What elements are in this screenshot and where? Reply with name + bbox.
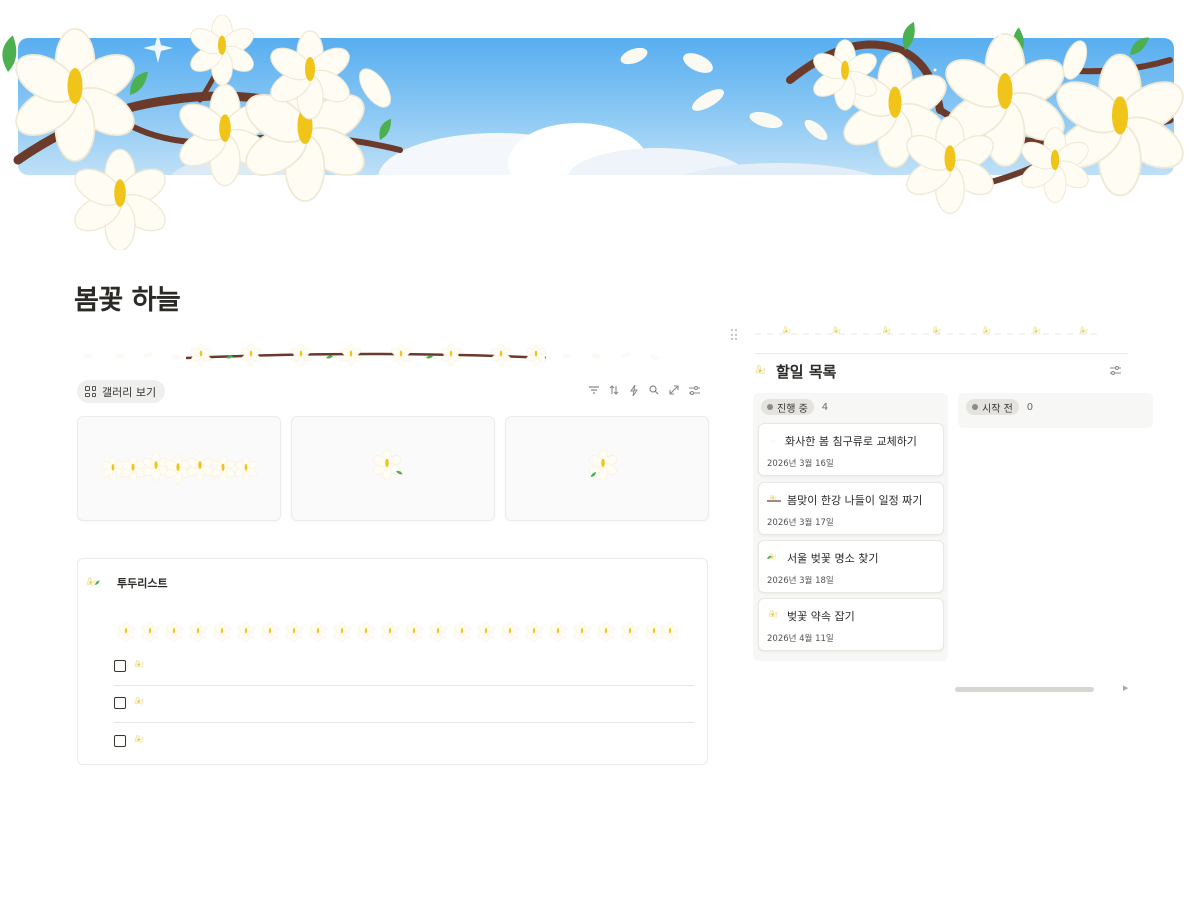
sort-icon[interactable]	[608, 383, 620, 397]
grid-icon	[85, 386, 96, 397]
petal-icon	[769, 439, 777, 443]
flower-divider	[755, 326, 1100, 335]
scroll-right-icon[interactable]: ▶	[1123, 684, 1128, 692]
card-title: 봄맞이 한강 나들이 일정 짜기	[787, 494, 923, 507]
column-header: 진행 중 4	[753, 393, 948, 421]
gallery-view-tab[interactable]: 갤러리 보기	[77, 380, 166, 403]
board-header: 할일 목록	[754, 361, 836, 382]
todo-title[interactable]: 투두리스트	[117, 575, 168, 591]
card-date: 2026년 3월 17일	[767, 518, 834, 528]
status-badge[interactable]: 시작 전	[966, 399, 1019, 415]
branch-icon	[767, 495, 781, 502]
card-date: 2026년 3월 16일	[767, 459, 834, 469]
board-settings-icon[interactable]	[1110, 366, 1121, 378]
card-title-row: 벚꽃 약속 잡기	[767, 608, 855, 624]
gallery-card[interactable]	[505, 416, 709, 521]
status-dot-icon	[972, 404, 978, 410]
card-cover-image	[561, 449, 646, 481]
column-count: 0	[1026, 401, 1034, 413]
status-dot-icon	[767, 404, 773, 410]
drag-handle-icon[interactable]	[731, 329, 737, 341]
flower-garland	[116, 621, 678, 643]
board-card[interactable]: 봄맞이 한강 나들이 일정 짜기 2026년 3월 17일	[758, 482, 944, 535]
horizontal-scrollbar[interactable]	[955, 687, 1094, 692]
search-icon[interactable]	[648, 383, 660, 397]
card-title-row: 서울 벚꽃 명소 찾기	[767, 550, 878, 566]
gallery-card[interactable]	[77, 416, 281, 521]
todo-checkbox[interactable]	[114, 660, 126, 672]
automation-icon[interactable]	[628, 383, 640, 397]
todo-checkbox[interactable]	[114, 735, 126, 747]
board-title[interactable]: 할일 목록	[776, 361, 836, 382]
todo-item	[114, 647, 694, 685]
card-cover-image	[315, 449, 469, 481]
card-title: 벚꽃 약속 잡기	[787, 610, 855, 623]
card-title-row: 봄맞이 한강 나들이 일정 짜기	[767, 492, 922, 508]
status-badge[interactable]: 진행 중	[761, 399, 814, 415]
gallery-card[interactable]	[291, 416, 495, 521]
card-date: 2026년 3월 18일	[767, 576, 834, 586]
settings-icon[interactable]	[688, 383, 700, 397]
card-date: 2026년 4월 11일	[767, 634, 834, 644]
card-title: 서울 벚꽃 명소 찾기	[787, 552, 879, 565]
status-label: 시작 전	[982, 403, 1013, 415]
database-toolbar	[588, 383, 700, 397]
todo-item	[114, 684, 694, 722]
todo-header: 투두리스트	[87, 575, 168, 591]
notion-page: 봄꽃 하늘 갤러리 보기 투두리스트 할일 목록 진행 중 4 시작 전 0 화…	[0, 0, 1200, 900]
board-card[interactable]: 화사한 봄 침구류로 교체하기 2026년 3월 16일	[758, 423, 944, 476]
todo-checkbox[interactable]	[114, 697, 126, 709]
magnolia-icon	[768, 610, 778, 618]
cover-image[interactable]	[18, 38, 1174, 175]
magnolia-leaf-icon	[767, 553, 777, 560]
filter-icon[interactable]	[588, 383, 600, 397]
magnolia-icon	[87, 577, 101, 586]
expand-icon[interactable]	[668, 383, 680, 397]
magnolia-icon	[134, 697, 144, 705]
card-cover-image	[100, 452, 259, 484]
column-header: 시작 전 0	[958, 393, 1153, 421]
status-label: 진행 중	[777, 403, 808, 415]
board-column-not-started: 시작 전 0	[958, 393, 1153, 428]
magnolia-icon	[134, 735, 144, 743]
board-card[interactable]: 서울 벚꽃 명소 찾기 2026년 3월 18일	[758, 540, 944, 593]
todo-item	[114, 722, 694, 760]
card-title-row: 화사한 봄 침구류로 교체하기	[767, 433, 917, 449]
todo-block: 투두리스트	[77, 558, 708, 765]
board-card[interactable]: 벚꽃 약속 잡기 2026년 4월 11일	[758, 598, 944, 651]
page-title[interactable]: 봄꽃 하늘	[74, 278, 181, 317]
magnolia-icon	[134, 660, 144, 668]
gallery-view-label: 갤러리 보기	[102, 385, 157, 399]
card-title: 화사한 봄 침구류로 교체하기	[785, 435, 917, 448]
column-count: 4	[821, 401, 829, 413]
section-divider	[755, 353, 1128, 354]
magnolia-icon	[755, 364, 766, 374]
branch-divider	[82, 344, 660, 367]
